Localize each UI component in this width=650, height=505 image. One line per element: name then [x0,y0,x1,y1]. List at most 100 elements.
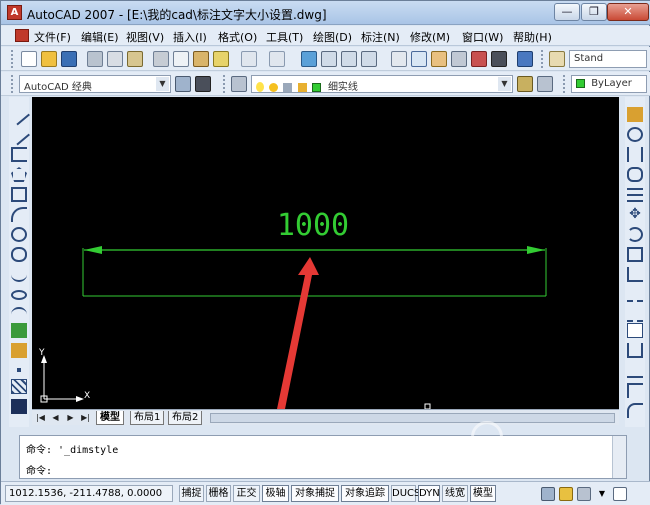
command-prompt[interactable]: 命令: [26,462,52,477]
drawing-canvas[interactable]: 1000 Y X [32,97,619,409]
lock-icon[interactable] [297,82,307,92]
text-style-icon[interactable] [549,51,565,67]
zoom-previous-icon[interactable] [361,51,377,67]
toggle-ducs[interactable]: DUCS [391,485,420,502]
cut-icon[interactable] [153,51,169,67]
open-icon[interactable] [41,51,57,67]
break-at-point-icon[interactable] [627,323,643,338]
menu-draw[interactable]: 绘图(D) [313,29,352,45]
ellipse-arc-icon[interactable] [11,307,27,322]
toggle-grid[interactable]: 栅格 [206,485,231,502]
layer-manager-icon[interactable] [231,76,247,92]
rectangle-icon[interactable] [11,187,27,202]
toggle-ortho[interactable]: 正交 [233,485,260,502]
menu-insert[interactable]: 插入(I) [173,29,207,45]
sun-icon[interactable] [269,82,279,92]
annotation-icon[interactable] [577,487,591,501]
last-icon[interactable]: ▶| [80,412,91,423]
polyline-icon[interactable] [11,147,27,162]
communication-center-icon[interactable] [541,487,555,501]
autocad-app-icon[interactable]: A [7,5,22,20]
extend-icon[interactable] [627,307,643,322]
new-icon[interactable] [21,51,37,67]
break-icon[interactable] [627,343,643,358]
close-button[interactable]: ✕ [607,3,649,21]
plot-preview-icon[interactable] [107,51,123,67]
menu-tools[interactable]: 工具(T) [266,29,303,45]
paste-icon[interactable] [193,51,209,67]
tab-model[interactable]: 模型 [96,411,124,425]
make-current-layer-icon[interactable] [517,76,533,92]
toggle-dyn[interactable]: DYN [418,485,440,502]
save-icon[interactable] [61,51,77,67]
menu-view[interactable]: 视图(V) [126,29,164,45]
toggle-snap[interactable]: 捕捉 [179,485,204,502]
toggle-otrack[interactable]: 对象追踪 [341,485,389,502]
pan-icon[interactable] [301,51,317,67]
menu-help[interactable]: 帮助(H) [513,29,552,45]
menu-dimension[interactable]: 标注(N) [361,29,400,45]
sheet-set-icon[interactable] [451,51,467,67]
revision-cloud-icon[interactable] [11,247,27,262]
command-window[interactable]: 命令: '_dimstyle 命令: [19,435,627,479]
undo-icon[interactable] [241,51,257,67]
tab-layout2[interactable]: 布局2 [168,411,203,425]
rotate-icon[interactable] [627,227,643,242]
menu-modify[interactable]: 修改(M) [410,29,450,45]
make-block-icon[interactable] [11,343,27,358]
print-icon[interactable] [87,51,103,67]
construction-line-icon[interactable] [8,123,30,146]
first-icon[interactable]: |◀ [35,412,46,423]
toggle-lineweight[interactable]: 线宽 [442,485,468,502]
ellipse-icon[interactable] [11,290,27,300]
layer-combo[interactable]: 细实线 ▼ [251,75,513,93]
help-icon[interactable] [517,51,533,67]
toolbar-grip[interactable] [11,75,15,93]
menu-window[interactable]: 窗口(W) [462,29,503,45]
circle-icon[interactable] [11,227,27,242]
arc-icon[interactable] [11,207,27,222]
toolbar-grip[interactable] [11,50,15,68]
dimension-text[interactable]: 1000 [277,208,349,243]
markup-icon[interactable] [471,51,487,67]
toolbar-grip[interactable] [223,75,227,93]
offset-icon[interactable] [627,167,643,182]
tab-layout1[interactable]: 布局1 [130,411,165,425]
toolbar-grip[interactable] [541,50,545,68]
lock-toolbar-icon[interactable] [559,487,573,501]
join-icon[interactable] [627,363,643,378]
document-icon[interactable] [15,29,29,42]
layer-previous-icon[interactable] [537,76,553,92]
insert-block-icon[interactable] [11,323,27,338]
calculator-icon[interactable] [491,51,507,67]
maximize-button[interactable]: ❐ [581,3,607,21]
tool-palettes-icon[interactable] [431,51,447,67]
publish-icon[interactable] [127,51,143,67]
command-scrollbar[interactable] [612,436,626,478]
clean-screen-icon[interactable] [613,487,627,501]
menu-edit[interactable]: 编辑(E) [81,29,119,45]
match-properties-icon[interactable] [213,51,229,67]
toggle-osnap[interactable]: 对象捕捉 [291,485,339,502]
zoom-window-icon[interactable] [341,51,357,67]
fillet-icon[interactable] [627,403,643,418]
viewport-freeze-icon[interactable] [283,82,293,92]
copy-object-icon[interactable] [627,127,643,142]
array-icon[interactable] [627,187,643,202]
properties-icon[interactable] [391,51,407,67]
zoom-realtime-icon[interactable] [321,51,337,67]
stretch-icon[interactable] [627,267,643,282]
horizontal-scrollbar[interactable] [210,413,615,423]
point-icon[interactable] [17,368,21,372]
design-center-icon[interactable] [411,51,427,67]
status-menu-icon[interactable]: ▼ [597,487,607,501]
polygon-icon[interactable] [11,167,27,182]
line-icon[interactable] [8,103,30,126]
workspace-combo[interactable]: AutoCAD 经典 ▼ [19,75,171,93]
redo-icon[interactable] [269,51,285,67]
chevron-down-icon[interactable]: ▼ [156,77,169,91]
mirror-icon[interactable] [627,147,643,162]
spline-icon[interactable] [11,267,27,282]
text-style-combo[interactable]: Stand [569,50,647,68]
erase-icon[interactable] [627,107,643,122]
